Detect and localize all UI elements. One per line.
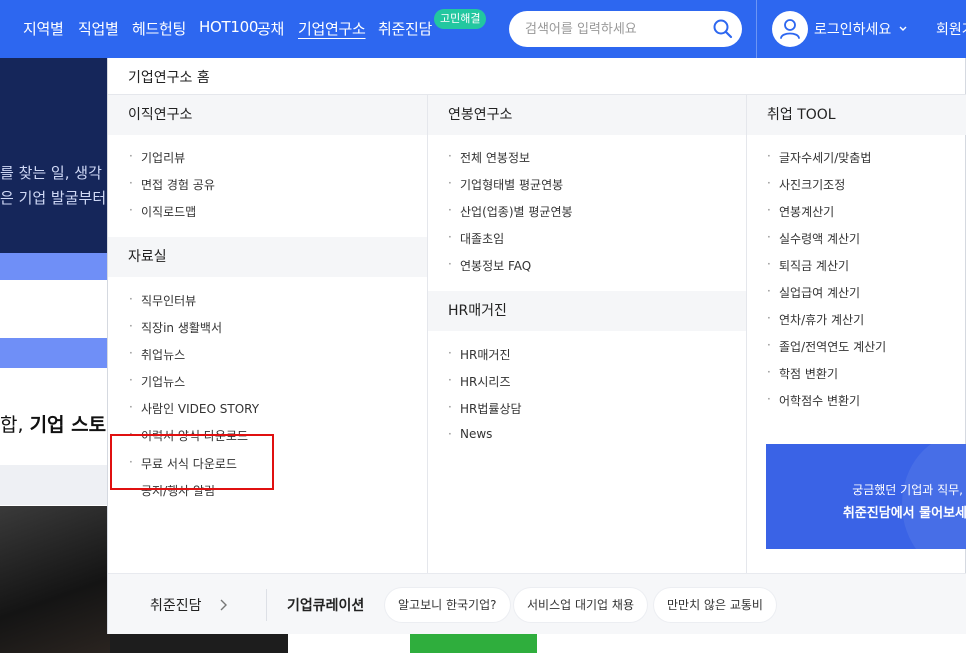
menu-item[interactable]: 공지/행사 알림 (129, 482, 215, 499)
curation-label: 기업큐레이션 (287, 598, 365, 614)
curation-chip[interactable]: 알고보니 한국기업? (385, 588, 510, 622)
menu-item[interactable]: 연봉정보 FAQ (448, 257, 531, 274)
hero-text-line2: 은 기업 발굴부터 (0, 189, 107, 207)
heading-bold: 기업 스토 (29, 414, 107, 436)
nav-company-lab[interactable]: 기업연구소 (298, 18, 366, 39)
menu-item[interactable]: 이직로드맵 (129, 203, 196, 220)
badge-gominhaegyeol: 고민해결 (434, 9, 487, 29)
nav-gongchae[interactable]: 공채 (257, 18, 284, 39)
menu-item[interactable]: 대졸초임 (448, 230, 504, 247)
section-title-salary: 연봉연구소 (428, 95, 746, 135)
menu-bottom-bar: 취준진담 기업큐레이션 알고보니 한국기업? 서비스업 대기업 채용 만만치 않… (108, 573, 966, 634)
background-strip (0, 253, 110, 280)
menu-item[interactable]: HR시리즈 (448, 373, 510, 390)
background-gray-band (0, 465, 110, 505)
menu-item[interactable]: 졸업/전역연도 계산기 (767, 338, 886, 355)
background-photo (110, 633, 288, 653)
menu-item[interactable]: 사람인 VIDEO STORY (129, 400, 259, 417)
menu-item[interactable]: 직장in 생활백서 (129, 319, 222, 336)
column-divider (746, 95, 747, 573)
menu-item[interactable]: 취업뉴스 (129, 346, 185, 363)
nav-job[interactable]: 직업별 (78, 18, 119, 39)
promo-text-line2: 취준진담에서 물어보세 (842, 506, 966, 521)
menu-item[interactable]: 연봉계산기 (767, 203, 834, 220)
menu-item[interactable]: HR법률상담 (448, 400, 522, 417)
signup-link[interactable]: 회원가 (936, 19, 966, 39)
menu-item[interactable]: 전체 연봉정보 (448, 149, 530, 166)
menu-item[interactable]: 면접 경험 공유 (129, 176, 215, 193)
search-box (509, 11, 742, 47)
menu-item[interactable]: 학점 변환기 (767, 365, 838, 382)
menu-item-free-form-download[interactable]: 무료 서식 다운로드 (129, 455, 237, 472)
curation-chip[interactable]: 서비스업 대기업 채용 (514, 588, 647, 622)
promo-text-line1: 궁금했던 기업과 직무, (852, 483, 963, 497)
search-input[interactable] (525, 19, 705, 39)
hero-banner (0, 58, 110, 253)
menu-item[interactable]: 글자수세기/맞춤법 (767, 149, 871, 166)
nav-region[interactable]: 지역별 (23, 18, 64, 39)
search-icon[interactable] (712, 18, 734, 40)
section-title-jaryosil: 자료실 (108, 237, 427, 277)
menu-item[interactable]: 기업뉴스 (129, 373, 185, 390)
menu-item[interactable]: 직무인터뷰 (129, 292, 196, 309)
section-title-tools: 취업 TOOL (747, 95, 966, 135)
menu-item[interactable]: 기업형태별 평균연봉 (448, 176, 563, 193)
menu-item[interactable]: 실업급여 계산기 (767, 284, 860, 301)
user-icon (780, 19, 800, 39)
menu-home-link[interactable]: 기업연구소 홈 (128, 67, 210, 87)
chevron-right-icon[interactable] (220, 599, 228, 611)
menu-item[interactable]: 퇴직금 계산기 (767, 257, 849, 274)
top-nav: 지역별 직업별 헤드헌팅 HOT100 공채 기업연구소 취준진담 고민해결 로… (0, 0, 966, 58)
chevron-down-icon[interactable] (899, 26, 907, 32)
menu-item[interactable]: 이력서 양식 다운로드 (129, 427, 248, 444)
background-strip (0, 338, 110, 368)
hero-text-line1: 를 찾는 일, 생각 (0, 164, 102, 182)
menu-item[interactable]: 연차/휴가 계산기 (767, 311, 864, 328)
nav-divider (756, 0, 757, 58)
chwijun-link[interactable]: 취준진담 (150, 595, 202, 615)
promo-banner[interactable]: 궁금했던 기업과 직무, 취준진담에서 물어보세 (766, 444, 966, 549)
menu-item[interactable]: 기업리뷰 (129, 149, 185, 166)
mega-menu: 기업연구소 홈 이직연구소 기업리뷰 면접 경험 공유 이직로드맵 자료실 직무… (107, 58, 966, 634)
avatar[interactable] (772, 11, 808, 47)
menu-item[interactable]: 어학점수 변환기 (767, 392, 860, 409)
section-title-hr-magazine: HR매거진 (428, 291, 746, 331)
background-photo (0, 506, 110, 653)
curation-chip[interactable]: 만만치 않은 교통비 (654, 588, 776, 622)
menu-item[interactable]: 산업(업종)별 평균연봉 (448, 203, 573, 220)
divider (266, 589, 267, 621)
background-heading: 합, 기업 스토 (0, 410, 106, 437)
login-link[interactable]: 로그인하세요 (814, 19, 891, 39)
menu-item[interactable]: News (448, 427, 492, 441)
menu-item[interactable]: 실수령액 계산기 (767, 230, 860, 247)
heading-plain: 합, (0, 414, 30, 436)
menu-item[interactable]: 사진크기조정 (767, 176, 845, 193)
section-title-ijik: 이직연구소 (108, 95, 427, 135)
nav-headhunting[interactable]: 헤드헌팅 (132, 18, 186, 39)
nav-hot100[interactable]: HOT100 (199, 18, 258, 36)
column-divider (427, 95, 428, 573)
nav-chwijun[interactable]: 취준진담 (378, 18, 432, 39)
background-thumbnail (410, 633, 537, 653)
menu-item[interactable]: HR매거진 (448, 346, 510, 363)
